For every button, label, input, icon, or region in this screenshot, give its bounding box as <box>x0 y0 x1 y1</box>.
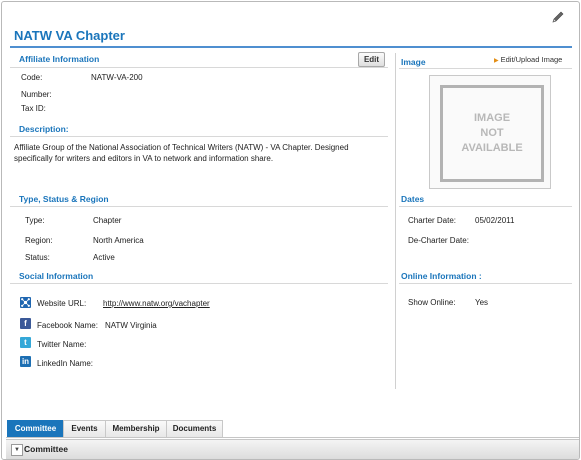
code-label: Code: <box>21 73 43 82</box>
social-divider <box>10 283 388 284</box>
image-placeholder: IMAGE NOT AVAILABLE <box>429 75 551 189</box>
facebook-name-value: NATW Virginia <box>105 321 157 330</box>
social-info-heading: Social Information <box>19 271 94 281</box>
charter-date-value: 05/02/2011 <box>475 216 515 225</box>
decharter-date-label: De-Charter Date: <box>408 236 469 245</box>
description-text: Affiliate Group of the National Associat… <box>14 143 349 163</box>
type-label: Type: <box>25 216 45 225</box>
network-icon <box>20 297 31 308</box>
number-label: Number: <box>21 90 52 99</box>
website-url-label: Website URL: <box>37 299 87 308</box>
facebook-icon: f <box>20 318 31 329</box>
image-divider <box>399 68 572 69</box>
online-info-heading: Online Information : <box>401 271 482 281</box>
online-divider <box>399 283 572 284</box>
description-heading: Description: <box>19 124 69 134</box>
column-divider <box>395 53 396 389</box>
region-label: Region: <box>25 236 53 245</box>
affiliate-detail-panel: NATW VA Chapter Affiliate Information Ed… <box>1 1 580 460</box>
dates-divider <box>399 206 572 207</box>
tab-documents[interactable]: Documents <box>166 420 223 437</box>
type-divider <box>10 206 388 207</box>
edit-upload-image-link[interactable]: ▶ Edit/Upload Image <box>494 55 562 64</box>
collapse-down-icon[interactable]: ▼ <box>11 444 23 456</box>
pencil-icon[interactable] <box>550 9 566 25</box>
region-value: North America <box>93 236 144 245</box>
committee-panel-header[interactable]: ▼ Committee <box>6 439 579 459</box>
affiliate-info-heading: Affiliate Information <box>19 54 100 64</box>
charter-date-label: Charter Date: <box>408 216 457 225</box>
committee-panel-label: Committee <box>24 444 68 454</box>
tab-membership[interactable]: Membership <box>105 420 167 437</box>
type-value: Chapter <box>93 216 122 225</box>
twitter-name-label: Twitter Name: <box>37 340 87 349</box>
edit-button[interactable]: Edit <box>358 52 385 67</box>
arrow-right-icon: ▶ <box>494 58 499 64</box>
linkedin-name-label: LinkedIn Name: <box>37 359 94 368</box>
facebook-name-label: Facebook Name: <box>37 321 98 330</box>
dates-heading: Dates <box>401 194 425 204</box>
title-divider <box>10 46 572 48</box>
code-value: NATW-VA-200 <box>91 73 143 82</box>
status-value: Active <box>93 253 115 262</box>
tab-events[interactable]: Events <box>63 420 106 437</box>
website-url-link[interactable]: http://www.natw.org/vachapter <box>103 299 210 308</box>
tab-committee[interactable]: Committee <box>7 420 64 437</box>
page-title: NATW VA Chapter <box>14 28 125 43</box>
description-divider <box>10 136 388 137</box>
affiliate-divider <box>10 67 388 68</box>
twitter-icon: t <box>20 337 31 348</box>
tab-bar: Committee Events Membership Documents <box>6 419 579 438</box>
type-status-region-heading: Type, Status & Region <box>19 194 109 204</box>
show-online-value: Yes <box>475 298 489 307</box>
show-online-label: Show Online: <box>408 298 456 307</box>
status-label: Status: <box>25 253 50 262</box>
edit-upload-label: Edit/Upload Image <box>500 55 563 64</box>
taxid-label: Tax ID: <box>21 104 46 113</box>
image-not-available: IMAGE NOT AVAILABLE <box>440 85 544 182</box>
linkedin-icon: in <box>20 356 31 367</box>
image-heading: Image <box>401 57 426 67</box>
